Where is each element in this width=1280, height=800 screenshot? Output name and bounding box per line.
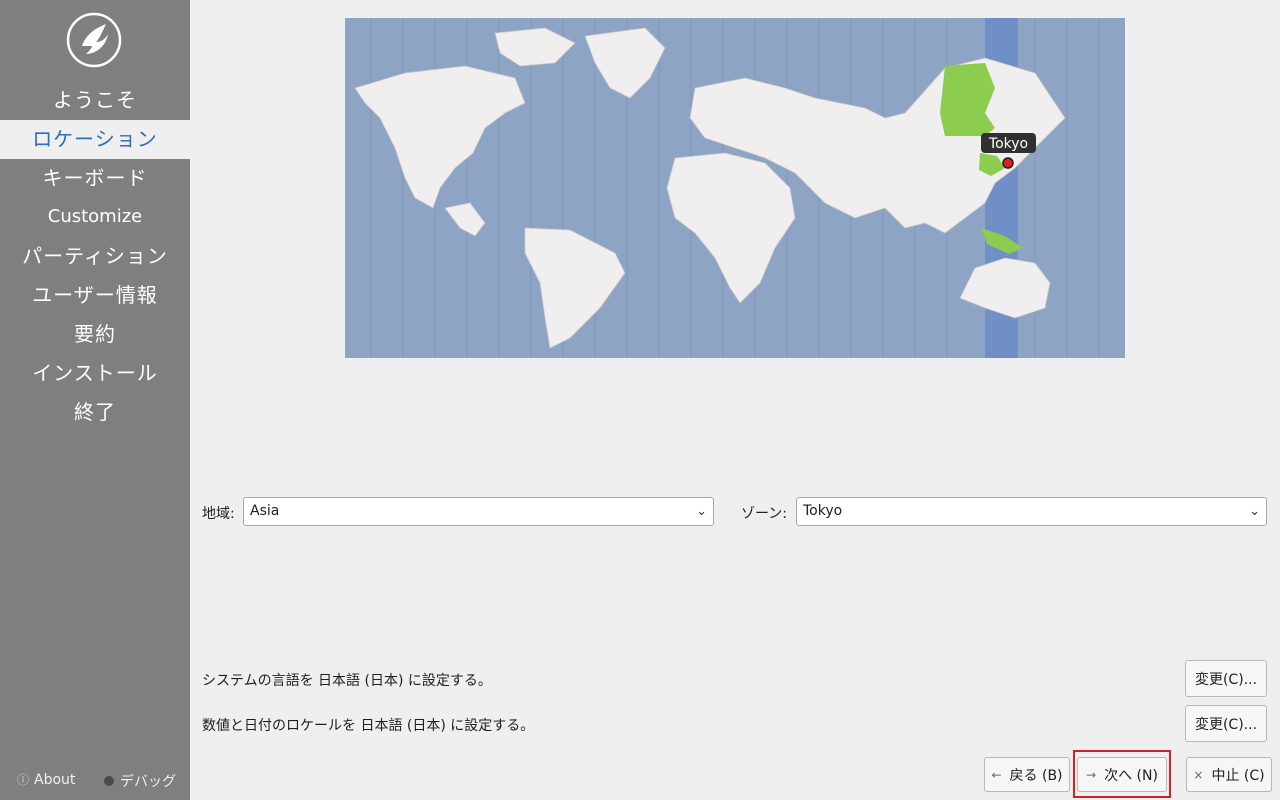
sidebar-item-install[interactable]: インストール xyxy=(0,354,190,393)
marker-label: Tokyo xyxy=(988,136,1028,152)
back-label: 戻る (B) xyxy=(1009,767,1063,784)
chevron-down-icon: ⌄ xyxy=(1249,504,1260,519)
sidebar-item-keyboard[interactable]: キーボード xyxy=(0,159,190,198)
bird-logo-icon xyxy=(66,12,122,68)
back-button[interactable]: ← 戻る (B) xyxy=(984,757,1070,792)
system-language-text: システムの言語を 日本語 (日本) に設定する。 xyxy=(202,673,492,689)
zone-select[interactable]: Tokyo ⌄ xyxy=(796,497,1267,526)
zone-label: ゾーン: xyxy=(741,506,788,522)
change-locale-button[interactable]: 変更(C)... xyxy=(1185,705,1267,742)
region-select[interactable]: Asia ⌄ xyxy=(243,497,714,526)
change-language-button[interactable]: 変更(C)... xyxy=(1185,660,1267,697)
sidebar: ようこそ ロケーション キーボード Customize パーティション ユーザー… xyxy=(0,0,190,800)
chevron-down-icon: ⌄ xyxy=(696,504,707,519)
debug-button[interactable]: デバッグ xyxy=(104,771,176,791)
region-value: Asia xyxy=(250,503,280,519)
about-label: About xyxy=(34,771,76,788)
zone-highlight-region xyxy=(940,63,995,136)
sidebar-item-users[interactable]: ユーザー情報 xyxy=(0,276,190,315)
cancel-button[interactable]: × 中止 (C) xyxy=(1186,757,1272,792)
debug-icon xyxy=(104,776,114,786)
region-label: 地域: xyxy=(202,506,235,522)
sidebar-item-welcome[interactable]: ようこそ xyxy=(0,81,190,120)
info-icon: ⓘ xyxy=(17,773,30,787)
cancel-label: 中止 (C) xyxy=(1211,767,1265,784)
debug-label: デバッグ xyxy=(120,774,176,790)
sidebar-item-finish[interactable]: 終了 xyxy=(0,393,190,432)
sidebar-item-customize[interactable]: Customize xyxy=(0,197,190,236)
location-marker[interactable] xyxy=(1002,157,1014,169)
sidebar-item-summary[interactable]: 要約 xyxy=(0,315,190,354)
zone-value: Tokyo xyxy=(803,503,843,519)
about-button[interactable]: ⓘ About xyxy=(17,771,75,788)
next-button-highlight xyxy=(1073,750,1171,798)
sidebar-item-location[interactable]: ロケーション xyxy=(0,120,190,159)
timezone-map[interactable]: Tokyo xyxy=(345,18,1125,358)
sidebar-item-partitions[interactable]: パーティション xyxy=(0,237,190,276)
close-icon: × xyxy=(1193,767,1204,782)
locale-text: 数値と日付のロケールを 日本語 (日本) に設定する。 xyxy=(202,718,535,734)
arrow-left-icon: ← xyxy=(991,767,1002,782)
